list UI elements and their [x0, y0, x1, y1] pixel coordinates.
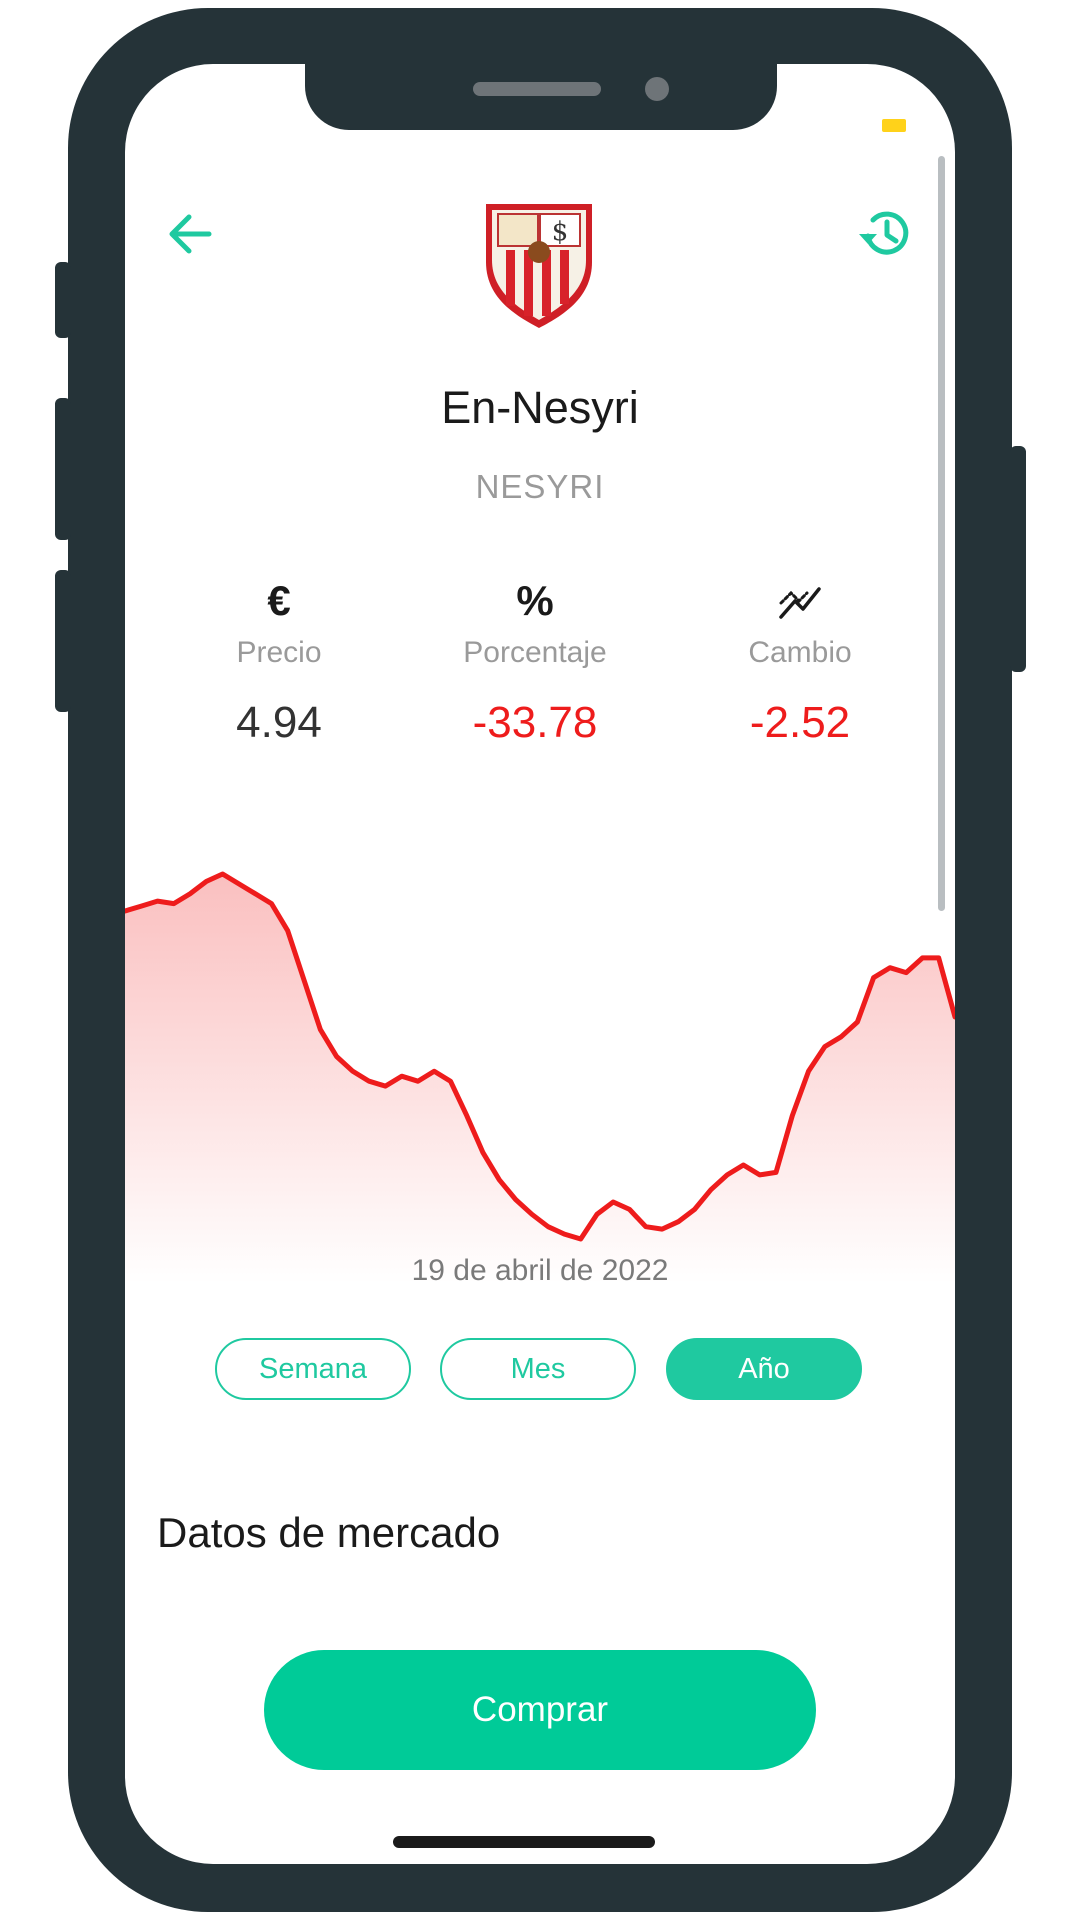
club-crest-icon: $ [486, 204, 592, 328]
stat-label: Porcentaje [463, 636, 607, 669]
percent-icon: % [516, 577, 554, 624]
app-screen: $ En-Nesyri NESYRI € Precio 4.94 % Porce… [125, 64, 955, 1864]
stat-value: -2.52 [749, 698, 851, 747]
player-ticker: NESYRI [475, 468, 605, 505]
stat-percentage: % Porcentaje -33.78 [415, 576, 655, 748]
stat-label: Precio [236, 636, 322, 669]
back-button[interactable] [160, 204, 220, 264]
power-button [1010, 446, 1026, 672]
stat-value: 4.94 [236, 698, 322, 747]
player-name: En-Nesyri [441, 382, 639, 433]
svg-text:$: $ [552, 217, 569, 247]
speaker [473, 82, 601, 96]
volume-down-button [55, 570, 71, 712]
mute-switch [55, 262, 71, 338]
range-week-button[interactable]: Semana [215, 1338, 411, 1400]
front-camera [645, 77, 669, 101]
stat-change: Cambio -2.52 [680, 576, 920, 748]
market-data-heading: Datos de mercado [157, 1509, 501, 1556]
buy-button[interactable]: Comprar [264, 1650, 816, 1770]
home-indicator [393, 1836, 655, 1848]
trend-chart-icon [779, 587, 821, 619]
scrollbar[interactable] [938, 156, 945, 911]
price-chart[interactable] [125, 804, 955, 1284]
history-clock-icon [859, 211, 909, 255]
selected-date: 19 de abril de 2022 [411, 1254, 669, 1287]
stat-value: -33.78 [472, 698, 598, 747]
history-button[interactable] [853, 202, 917, 266]
stat-price: € Precio 4.94 [159, 576, 399, 748]
euro-icon: € [267, 577, 291, 624]
volume-up-button [55, 398, 71, 540]
stat-label: Cambio [748, 636, 852, 669]
range-year-button[interactable]: Año [666, 1338, 862, 1400]
battery-icon [882, 119, 906, 132]
range-month-button[interactable]: Mes [440, 1338, 636, 1400]
notch [305, 64, 777, 130]
arrow-left-icon [169, 214, 212, 254]
